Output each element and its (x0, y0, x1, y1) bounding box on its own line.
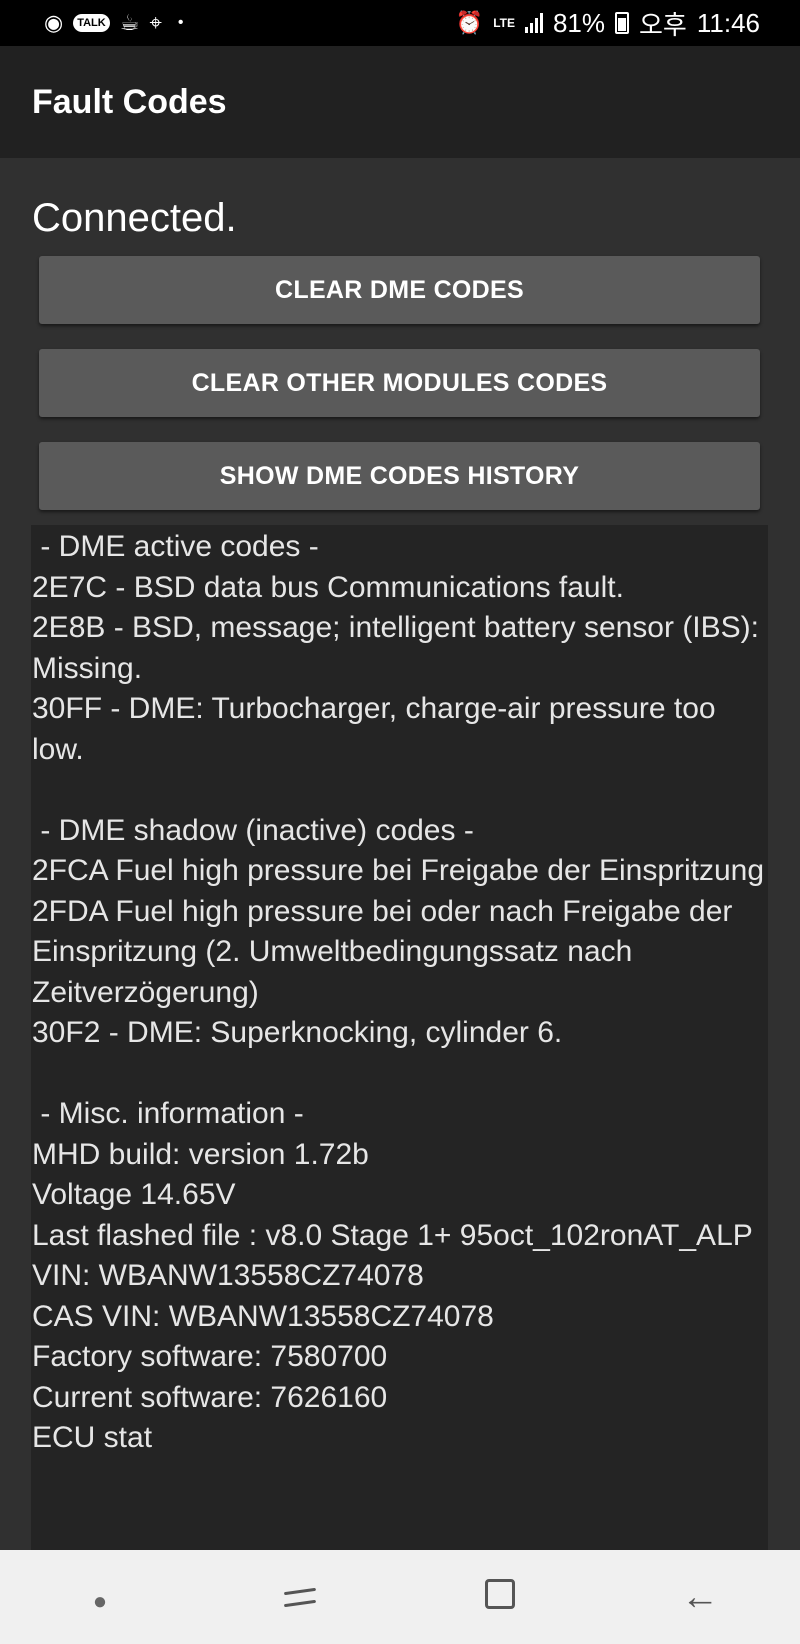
signal-icon (524, 13, 543, 33)
recent-apps-icon (284, 1587, 316, 1609)
battery-percent: 81% (552, 7, 606, 38)
log-line: MHD build: version 1.72b (32, 1137, 369, 1171)
log-line: CAS VIN: WBANW13558CZ74078 (32, 1299, 494, 1333)
log-line: - DME active codes - (32, 530, 319, 563)
navigation-bar: ● ← (0, 1550, 800, 1644)
log-line: Factory software: 7580700 (32, 1340, 388, 1373)
log-line: 30F2 - DME: Superknocking, cylinder 6. (32, 1016, 563, 1049)
log-line: Current software: 7626160 (32, 1380, 388, 1414)
back-icon: ← (681, 1575, 719, 1618)
battery-icon (615, 12, 630, 34)
log-line: ​ (32, 1054, 768, 1095)
log-line: ​ (32, 770, 768, 811)
log-line: 2E8B - BSD, message; intelligent battery… (32, 611, 768, 685)
show-dme-codes-history-button[interactable]: SHOW DME CODES HISTORY (39, 442, 760, 510)
log-line: 2FCA Fuel high pressure bei Freigabe der… (32, 854, 765, 887)
log-line: - Misc. information - (32, 1097, 304, 1130)
nav-dot-button[interactable]: ● (40, 1576, 160, 1619)
status-bar: ◉ TALK ☕ ⌖ • ⏰ LTE 81% 오후 11:46 (0, 0, 800, 46)
clear-dme-codes-button[interactable]: CLEAR DME CODES (39, 256, 760, 324)
back-button[interactable]: ← (640, 1576, 760, 1619)
log-line: 2FDA Fuel high pressure bei oder nach Fr… (32, 894, 741, 1009)
log-line: VIN: WBANW13558CZ74078 (32, 1259, 424, 1292)
log-line: Last flashed file : v8.0 Stage 1+ 95oct_… (32, 1218, 753, 1252)
recent-apps-button[interactable] (240, 1576, 360, 1619)
alarm-icon: ⏰ (455, 10, 484, 35)
page-title: Fault Codes (32, 82, 227, 121)
log-line: 2E7C - BSD data bus Communications fault… (32, 570, 624, 604)
status-bar-left: ◉ TALK ☕ ⌖ • (44, 12, 183, 34)
fault-codes-log[interactable]: - DME active codes - 2E7C - BSD data bus… (31, 525, 768, 1644)
clock: 11:46 (696, 7, 760, 38)
lte-icon: LTE (493, 16, 515, 30)
home-button[interactable] (440, 1576, 560, 1619)
time-prefix: 오후 (639, 9, 687, 40)
app-bar: Fault Codes (0, 46, 800, 158)
log-line: ECU stat (32, 1421, 153, 1454)
maps-icon: ⌖ (149, 10, 162, 35)
log-line: - DME shadow (inactive) codes - (32, 813, 474, 847)
kakaotalk-icon: TALK (73, 14, 110, 32)
status-bar-right: ⏰ LTE 81% 오후 11:46 (456, 5, 760, 42)
main-content: Connected. CLEAR DME CODES CLEAR OTHER M… (0, 158, 800, 1644)
coffee-icon: ☕ (119, 10, 140, 35)
log-line: Voltage 14.65V (32, 1178, 236, 1211)
dot-icon: ● (92, 1587, 108, 1615)
clear-other-modules-codes-button[interactable]: CLEAR OTHER MODULES CODES (39, 349, 760, 417)
dot-icon: • (177, 14, 184, 31)
connection-status: Connected. (32, 196, 237, 240)
log-line: 30FF - DME: Turbocharger, charge-air pre… (32, 692, 724, 766)
home-icon (485, 1578, 515, 1609)
line-icon: ◉ (44, 10, 64, 35)
